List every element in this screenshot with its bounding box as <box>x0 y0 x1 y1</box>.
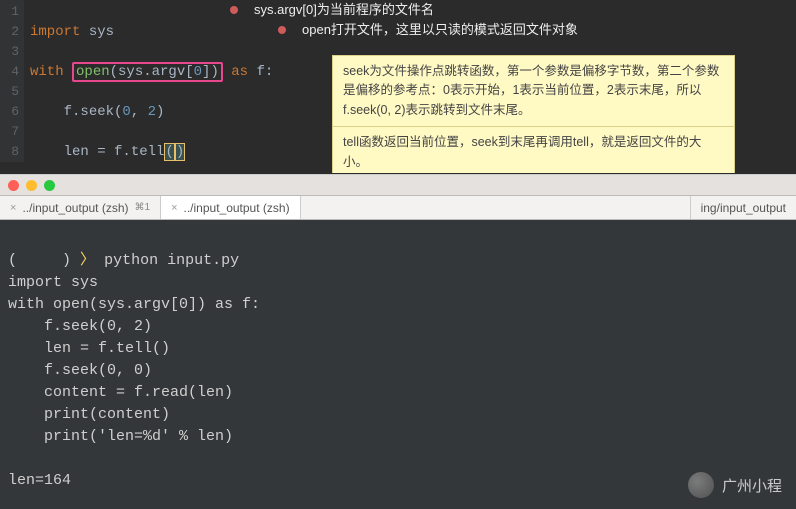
prompt-arrow-icon: 〉 <box>80 252 95 269</box>
output-line: content = f.read(len) <box>8 384 233 401</box>
callout: sys.argv[0]为当前程序的文件名 <box>230 0 796 20</box>
bullet-icon <box>230 6 238 14</box>
watermark: 广州小程 <box>688 472 782 498</box>
lineno: 3 <box>0 42 19 62</box>
bullet-icon <box>278 26 286 34</box>
close-tab-icon[interactable]: × <box>10 202 16 214</box>
zoom-icon[interactable] <box>44 180 55 191</box>
lineno: 4 <box>0 62 19 82</box>
lineno: 7 <box>0 122 19 142</box>
wechat-icon <box>688 472 714 498</box>
output-line: print('len=%d' % len) <box>8 428 233 445</box>
tab-label: ing/input_output <box>701 201 786 215</box>
terminal-tabs: × ../input_output (zsh) ⌘1 × ../input_ou… <box>0 196 796 220</box>
tab-label: ../input_output (zsh) <box>184 201 290 215</box>
output-line: f.seek(0, 0) <box>8 362 152 379</box>
paren-match: ( <box>164 143 174 161</box>
window-controls <box>8 180 55 191</box>
terminal-tab-active[interactable]: × ../input_output (zsh) <box>161 196 301 219</box>
lineno: 5 <box>0 82 19 102</box>
terminal-tab[interactable]: × ../input_output (zsh) ⌘1 <box>0 196 161 219</box>
close-icon[interactable] <box>8 180 19 191</box>
terminal-output[interactable]: ( ) 〉 python input.py import sys with op… <box>0 220 796 509</box>
output-line: f.seek(0, 2) <box>8 318 152 335</box>
note-paragraph: tell函数返回当前位置，seek到末尾再调用tell，就是返回文件的大小。 <box>333 127 734 173</box>
close-tab-icon[interactable]: × <box>171 202 177 214</box>
code-editor: 1 2 3 4 5 6 7 8 import sys with open(sys… <box>0 0 796 173</box>
tab-label: ../input_output (zsh) <box>22 201 128 215</box>
line-gutter: 1 2 3 4 5 6 7 8 <box>0 0 24 162</box>
callout: open打开文件，这里以只读的模式返回文件对象 <box>278 20 796 40</box>
output-line: import sys <box>8 274 98 291</box>
callouts: sys.argv[0]为当前程序的文件名 open打开文件，这里以只读的模式返回… <box>230 0 796 40</box>
lineno: 6 <box>0 102 19 122</box>
sticky-note: seek为文件操作点跳转函数，第一个参数是偏移字节数，第二个参数是偏移的参考点：… <box>332 55 735 173</box>
prompt-host <box>17 252 62 269</box>
note-paragraph: seek为文件操作点跳转函数，第一个参数是偏移字节数，第二个参数是偏移的参考点：… <box>333 56 734 127</box>
lineno: 8 <box>0 142 19 162</box>
output-line: with open(sys.argv[0]) as f: <box>8 296 260 313</box>
minimize-icon[interactable] <box>26 180 37 191</box>
output-line: len=164 <box>8 472 71 489</box>
output-line: len = f.tell() <box>8 340 170 357</box>
terminal-titlebar[interactable] <box>0 174 796 196</box>
paren-match: ) <box>175 143 185 161</box>
lineno: 1 <box>0 2 19 22</box>
tab-shortcut: ⌘1 <box>135 202 151 213</box>
terminal-tab[interactable]: ing/input_output <box>690 196 796 219</box>
highlight-open-call: open(sys.argv[0]) <box>72 62 223 82</box>
output-line: print(content) <box>8 406 170 423</box>
lineno: 2 <box>0 22 19 42</box>
command: python input.py <box>104 252 239 269</box>
watermark-text: 广州小程 <box>722 475 782 496</box>
